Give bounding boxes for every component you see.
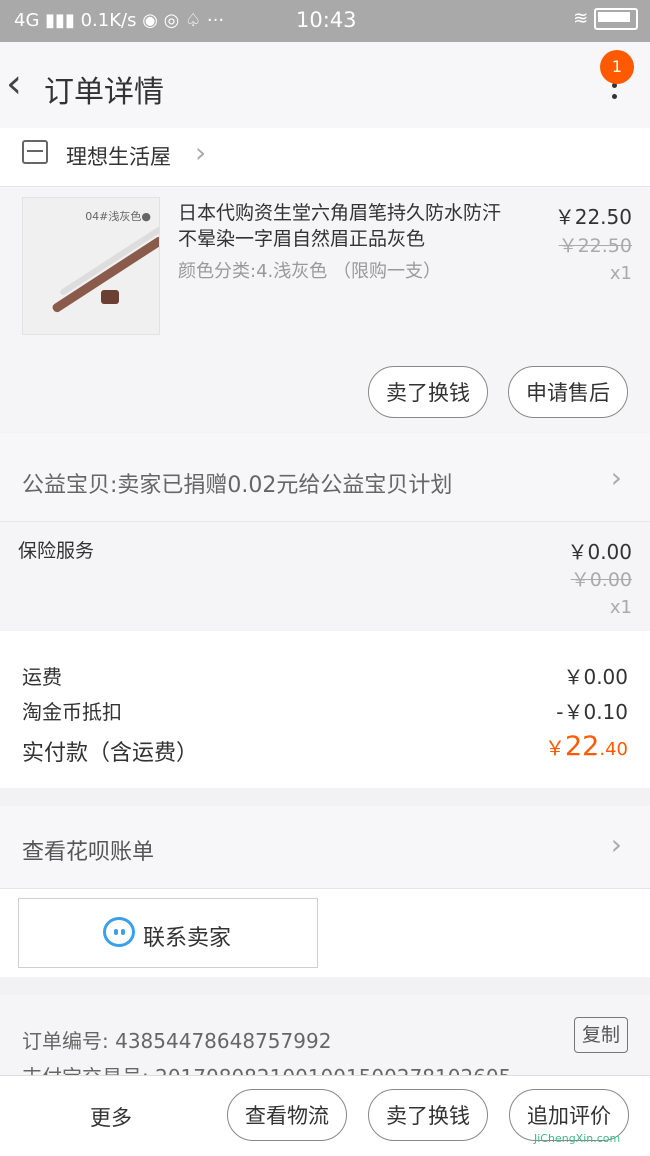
contact-seller-button[interactable]: 联系卖家 [18,898,318,968]
chevron-right-icon: › [610,828,622,861]
shop-row[interactable]: 理想生活屋 › [0,128,650,187]
battery-icon [594,8,638,30]
paid-amount-value: ￥22.40 [545,731,628,762]
huabei-bill-row[interactable]: 查看花呗账单 › [0,806,650,889]
page-title: 订单详情 [44,75,164,110]
sell-for-cash-bottom-button[interactable]: 卖了换钱 [368,1089,488,1141]
shop-name: 理想生活屋 [66,145,171,169]
product-original-price: ￥22.50 [558,235,632,257]
watermark-text: JiChengXin.com [534,1132,621,1145]
wifi-icon: ≋ [573,8,589,29]
product-spec: 颜色分类:4.浅灰色 （限购一支） [178,261,441,282]
insurance-row: 保险服务 ￥0.00 ￥0.00 x1 [0,522,650,630]
clock: 10:43 [296,8,357,32]
notification-badge: 1 [600,50,634,84]
notification-icons: ◉ ◎ ♤ ··· [142,10,225,31]
product-title[interactable]: 日本代购资生堂六角眉笔持久防水防汗不晕染一字眉自然眉正品灰色 [178,200,518,252]
chevron-right-icon: › [610,461,622,494]
insurance-label: 保险服务 [18,540,95,562]
insurance-quantity: x1 [609,597,632,618]
charity-row[interactable]: 公益宝贝:卖家已捐赠0.02元给公益宝贝计划 › [0,433,650,522]
coin-deduction-label: 淘金币抵扣 [22,700,122,724]
shop-icon [22,140,48,164]
order-number: 订单编号: 43854478648757992 [22,1029,332,1053]
apply-after-sale-button[interactable]: 申请售后 [508,366,628,418]
alipay-trade-number: 支付宝交易号: 2017080821001001500278102605 [22,1061,511,1075]
status-left: 4G ▮▮▮ 0.1K/s ◉ ◎ ♤ ··· [14,10,224,31]
currency-symbol: ￥ [545,736,565,760]
status-bar: 4G ▮▮▮ 0.1K/s ◉ ◎ ♤ ··· 10:43 ≋ [0,0,650,42]
view-logistics-button[interactable]: 查看物流 [227,1089,347,1141]
contact-seller-label: 联系卖家 [143,926,232,951]
bottom-action-bar: 更多 查看物流 卖了换钱 追加评价 JiChengXin.com [0,1075,650,1156]
product-quantity: x1 [609,263,632,284]
contact-section: 联系卖家 [0,889,650,977]
product-card: 04#浅灰色● 日本代购资生堂六角眉笔持久防水防汗不晕染一字眉自然眉正品灰色 颜… [0,187,650,432]
watermark-logo: JiChengXin.com [528,1102,644,1146]
charity-text: 公益宝贝:卖家已捐赠0.02元给公益宝贝计划 [22,473,453,498]
network-type: 4G [14,10,40,31]
huabei-bill-text: 查看花呗账单 [22,840,155,865]
more-button[interactable]: 更多 [90,1102,132,1132]
coin-deduction-value: -￥0.10 [556,700,628,724]
sell-for-cash-button[interactable]: 卖了换钱 [368,366,488,418]
insurance-price: ￥0.00 [567,540,632,564]
product-image[interactable]: 04#浅灰色● [22,197,160,335]
paid-amount-label: 实付款（含运费） [22,741,199,766]
totals-section: 运费 ￥0.00 淘金币抵扣 -￥0.10 实付款（含运费） ￥22.40 [0,631,650,788]
product-price: ￥22.50 [554,205,632,229]
product-image-label: 04#浅灰色● [85,210,151,223]
back-arrow-icon[interactable]: ‹ [6,64,22,104]
status-right: ≋ [573,8,638,30]
network-speed: 0.1K/s [80,10,137,31]
paid-decimal: .40 [599,739,628,760]
shipping-label: 运费 [22,665,62,689]
signal-icon: ▮▮▮ [45,10,75,31]
shipping-value: ￥0.00 [563,665,628,689]
paid-integer: 22 [565,731,600,762]
copy-button[interactable]: 复制 [574,1017,628,1053]
chevron-right-icon: › [195,136,207,169]
insurance-original-price: ￥0.00 [570,569,632,591]
chat-icon [103,917,135,947]
order-info-section: 订单编号: 43854478648757992 复制 支付宝交易号: 20170… [0,995,650,1075]
navigation-bar: ‹ 订单详情 1 [0,42,650,128]
